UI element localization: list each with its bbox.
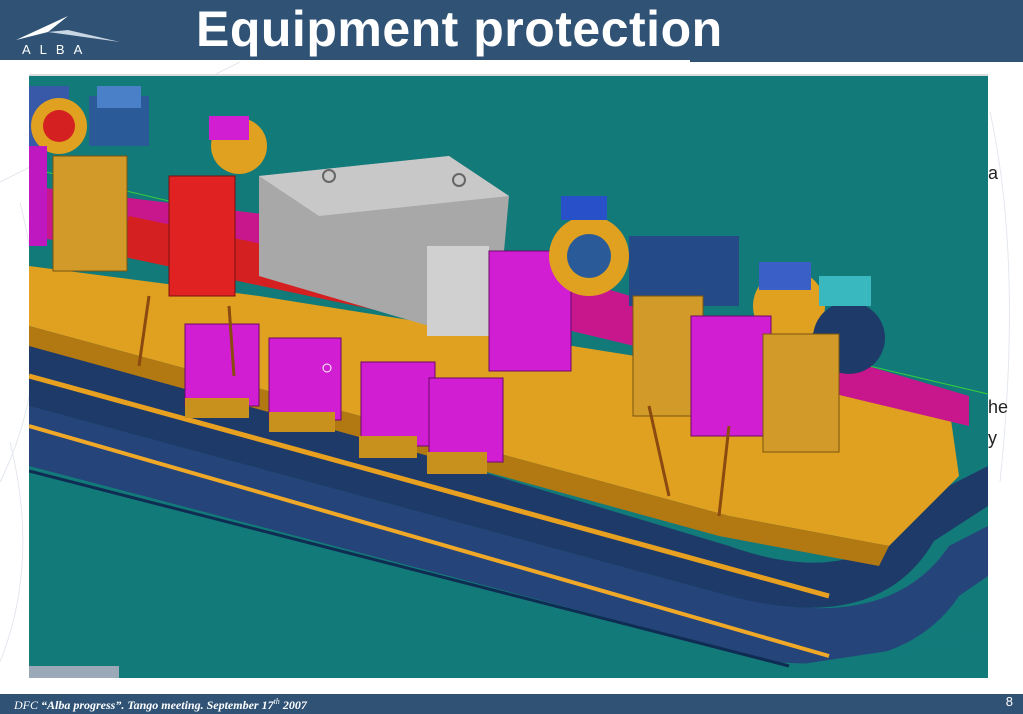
accelerator-render-image [29, 76, 988, 678]
page-number: 8 [1005, 694, 1013, 709]
footer-date-suffix: th [273, 697, 280, 706]
footer-author: DFC [14, 698, 38, 712]
footer-citation: DFC “Alba progress”. Tango meeting. Sept… [14, 697, 307, 713]
alba-logo: ALBA [16, 16, 120, 56]
footer-event: “Alba progress”. Tango meeting. [41, 698, 204, 712]
hidden-text-fragment: a [988, 163, 999, 183]
slide-header: ALBA Equipment protection [0, 0, 1023, 62]
slide-title: Equipment protection [196, 1, 723, 57]
cad-figure [29, 74, 988, 678]
footer-date: September 17 [206, 698, 274, 712]
hidden-text-fragment: y [988, 428, 997, 448]
footer-year: 2007 [282, 698, 307, 712]
hidden-text-fragment: he [988, 397, 1009, 417]
logo-text: ALBA [22, 42, 91, 56]
slide-footer: DFC “Alba progress”. Tango meeting. Sept… [0, 694, 1023, 714]
